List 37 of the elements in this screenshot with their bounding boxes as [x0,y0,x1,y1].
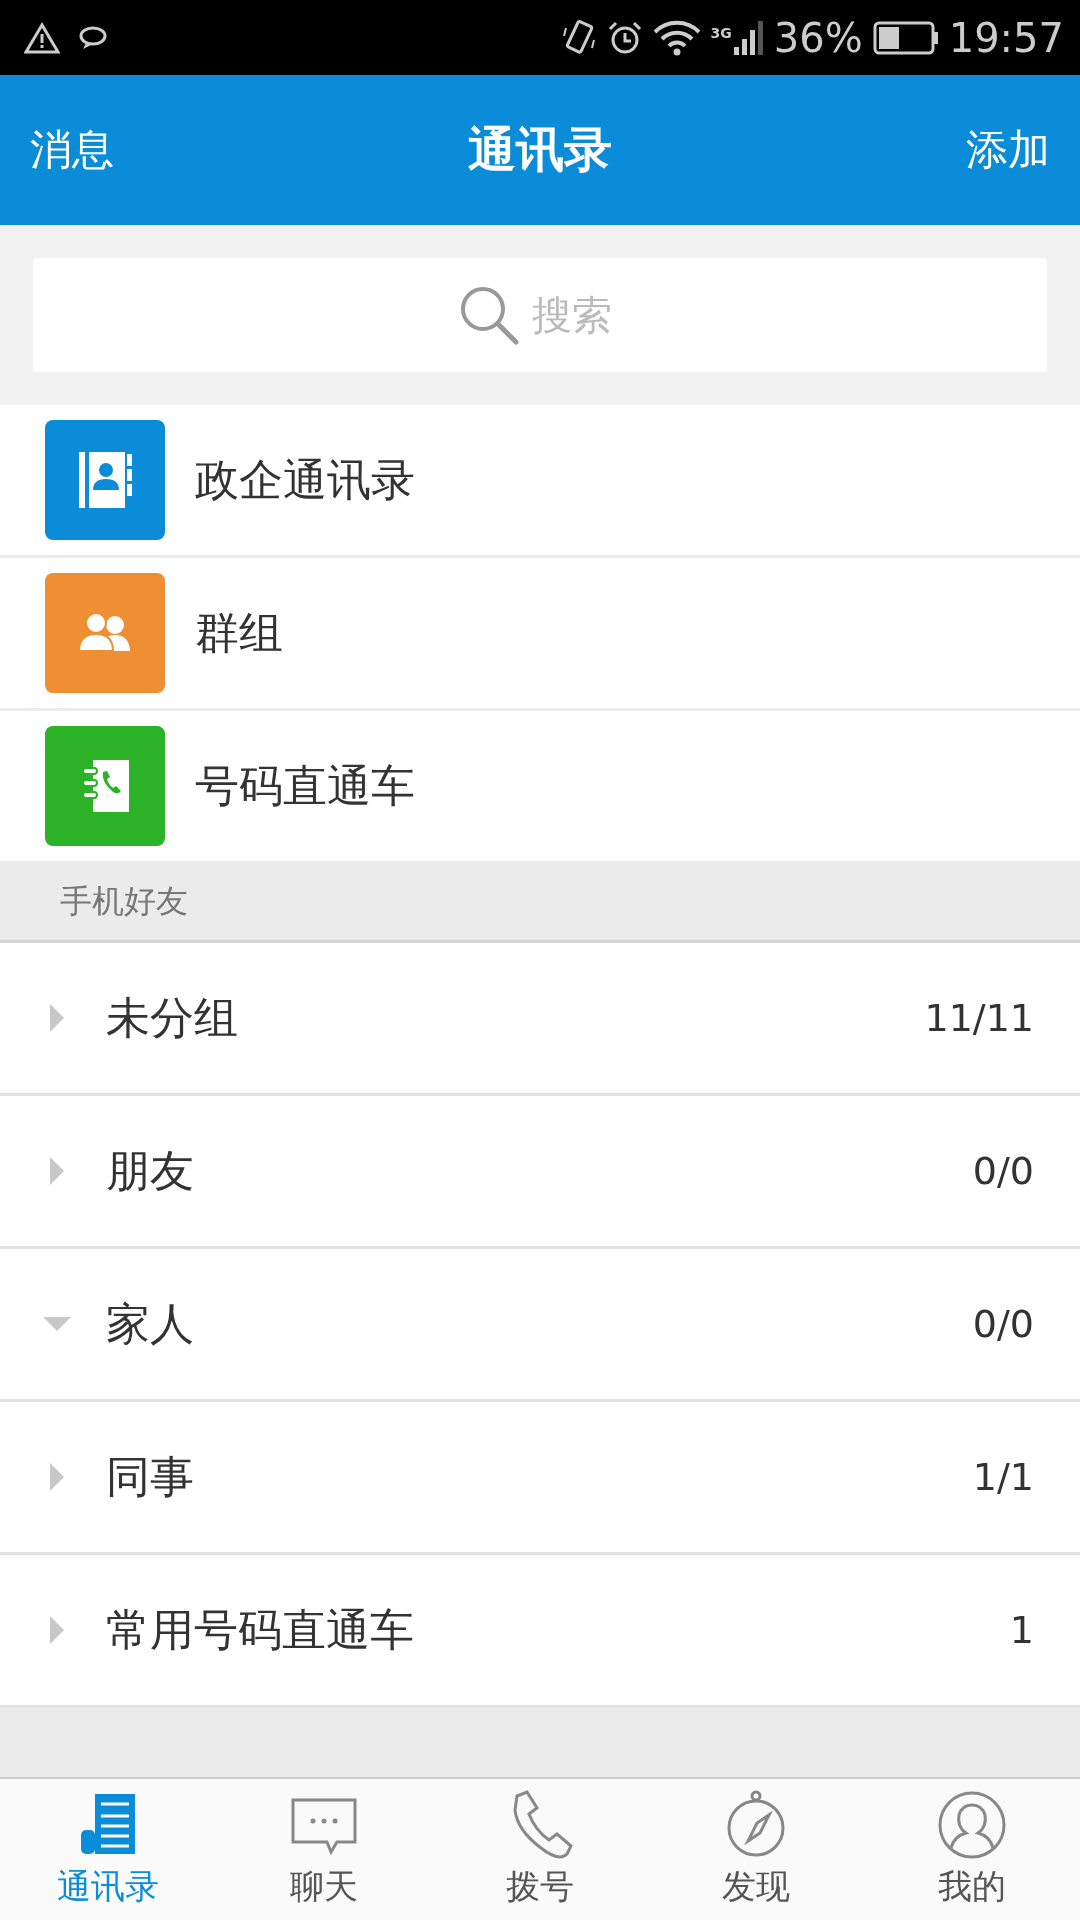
wifi-icon [652,19,701,56]
battery-percent: 36% [773,14,863,61]
search-field[interactable]: 搜索 [532,292,622,338]
tab[interactable]: 聊天 [216,1779,432,1920]
feature-item[interactable]: 号码直通车 [0,711,1080,864]
contact-group-row[interactable]: 家人 0/0 [0,1249,1080,1402]
people-icon [45,573,165,693]
warning-icon [24,21,60,54]
alarm-icon [606,19,643,56]
contact-group-row[interactable]: 同事 1/1 [0,1402,1080,1555]
chat-bubble-icon [78,24,108,51]
section-title: 手机好友 [60,881,188,922]
battery-icon [872,20,939,55]
member-count: 0/0 [972,1302,1034,1346]
address-book-icon [45,420,165,540]
feature-item[interactable]: 群组 [0,558,1080,711]
tab[interactable]: 我的 [864,1779,1080,1920]
network-type: 3G [710,24,732,41]
signal-icon [733,19,764,56]
clock-time: 19:57 [948,14,1064,61]
member-count: 1/1 [972,1455,1034,1499]
contact-group-row[interactable]: 常用号码直通车 1 [0,1555,1080,1708]
page-title: 通讯录 [468,120,612,179]
search-icon [458,284,520,346]
messages-button[interactable]: 消息 [30,122,114,178]
tab[interactable]: 拨号 [432,1779,648,1920]
feature-item[interactable]: 政企通讯录 [0,405,1080,558]
contact-group-row[interactable]: 未分组 11/11 [0,943,1080,1096]
tab[interactable]: 发现 [648,1779,864,1920]
profile-icon [937,1789,1007,1860]
phone-book-icon [45,726,165,846]
tab[interactable]: 通讯录 [0,1779,216,1920]
member-count: 1 [1009,1608,1034,1652]
add-button[interactable]: 添加 [966,122,1050,178]
member-count: 11/11 [924,996,1034,1040]
contact-group-row[interactable]: 朋友 0/0 [0,1096,1080,1249]
member-count: 0/0 [972,1149,1034,1193]
